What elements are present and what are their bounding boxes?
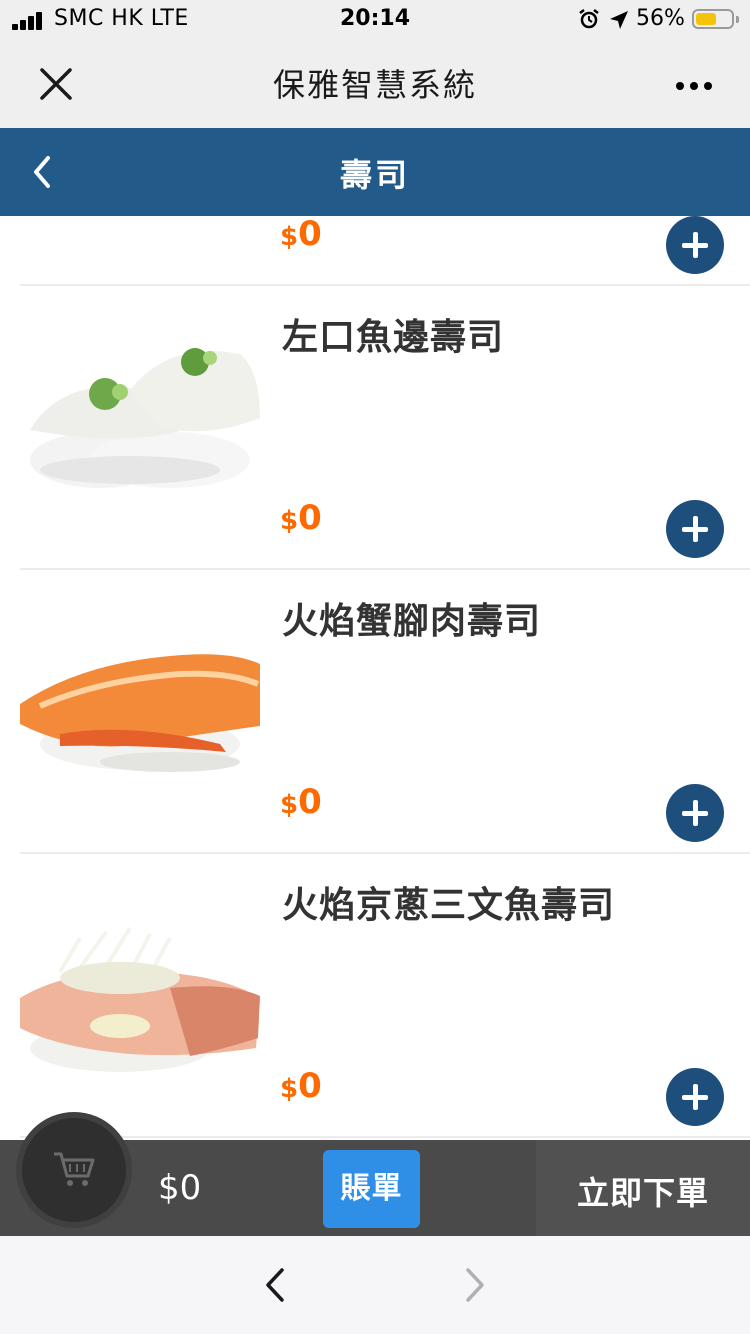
more-options-icon[interactable] [664,68,724,100]
back-chevron-icon[interactable] [18,148,66,196]
item-price: $0 [280,498,322,538]
item-price: $0 [280,782,322,822]
add-item-button[interactable] [666,1068,724,1126]
bill-button[interactable]: 賬單 [323,1150,420,1228]
cart-button[interactable] [22,1118,126,1222]
category-title: 壽司 [339,156,410,194]
sushi-image [20,654,260,772]
category-header: 壽司 [0,128,750,216]
menu-item: 左口魚邊壽司 $0 [20,286,750,570]
cart-total: $0 [158,1168,202,1208]
browser-nav-bar [0,1236,750,1334]
item-name: 火焰蟹腳肉壽司 [282,601,542,642]
add-item-button[interactable] [666,216,724,274]
browser-title-bar: 保雅智慧系統 [0,40,750,128]
menu-item: 火焰京蔥三文魚壽司 $0 [20,854,750,1138]
order-section: 立即下單 [536,1140,750,1236]
carrier-label: SMC HK LTE [54,6,189,31]
place-order-button[interactable]: 立即下單 [536,1168,750,1214]
battery-percent: 56% [636,6,685,31]
nav-back-icon[interactable] [250,1260,300,1310]
item-price: $0 [280,1066,322,1106]
menu-item: 火焰蟹腳肉壽司 $0 [20,570,750,854]
cart-bar: 立即下單 $0 賬單 [0,1118,750,1236]
sushi-image [30,348,260,488]
add-item-button[interactable] [666,500,724,558]
item-name: 左口魚邊壽司 [282,317,505,358]
signal-icon [12,12,46,30]
item-name: 火焰京蔥三文魚壽司 [282,885,616,926]
page-title: 保雅智慧系統 [272,66,477,104]
sushi-image [20,926,260,1072]
battery-icon [692,9,739,29]
item-price: $0 [280,216,322,254]
nav-forward-icon[interactable] [450,1260,500,1310]
menu-item: $0 [20,216,750,286]
location-arrow-icon [610,11,628,29]
menu-list[interactable]: $0 左口魚邊壽司 $0 火焰蟹腳肉壽司 $0 火焰京蔥三文魚壽司 $0 [0,216,750,1140]
status-bar: SMC HK LTE 20:14 56% [0,0,750,40]
add-item-button[interactable] [666,784,724,842]
shopping-cart-icon [54,1152,95,1186]
alarm-icon [579,9,599,29]
